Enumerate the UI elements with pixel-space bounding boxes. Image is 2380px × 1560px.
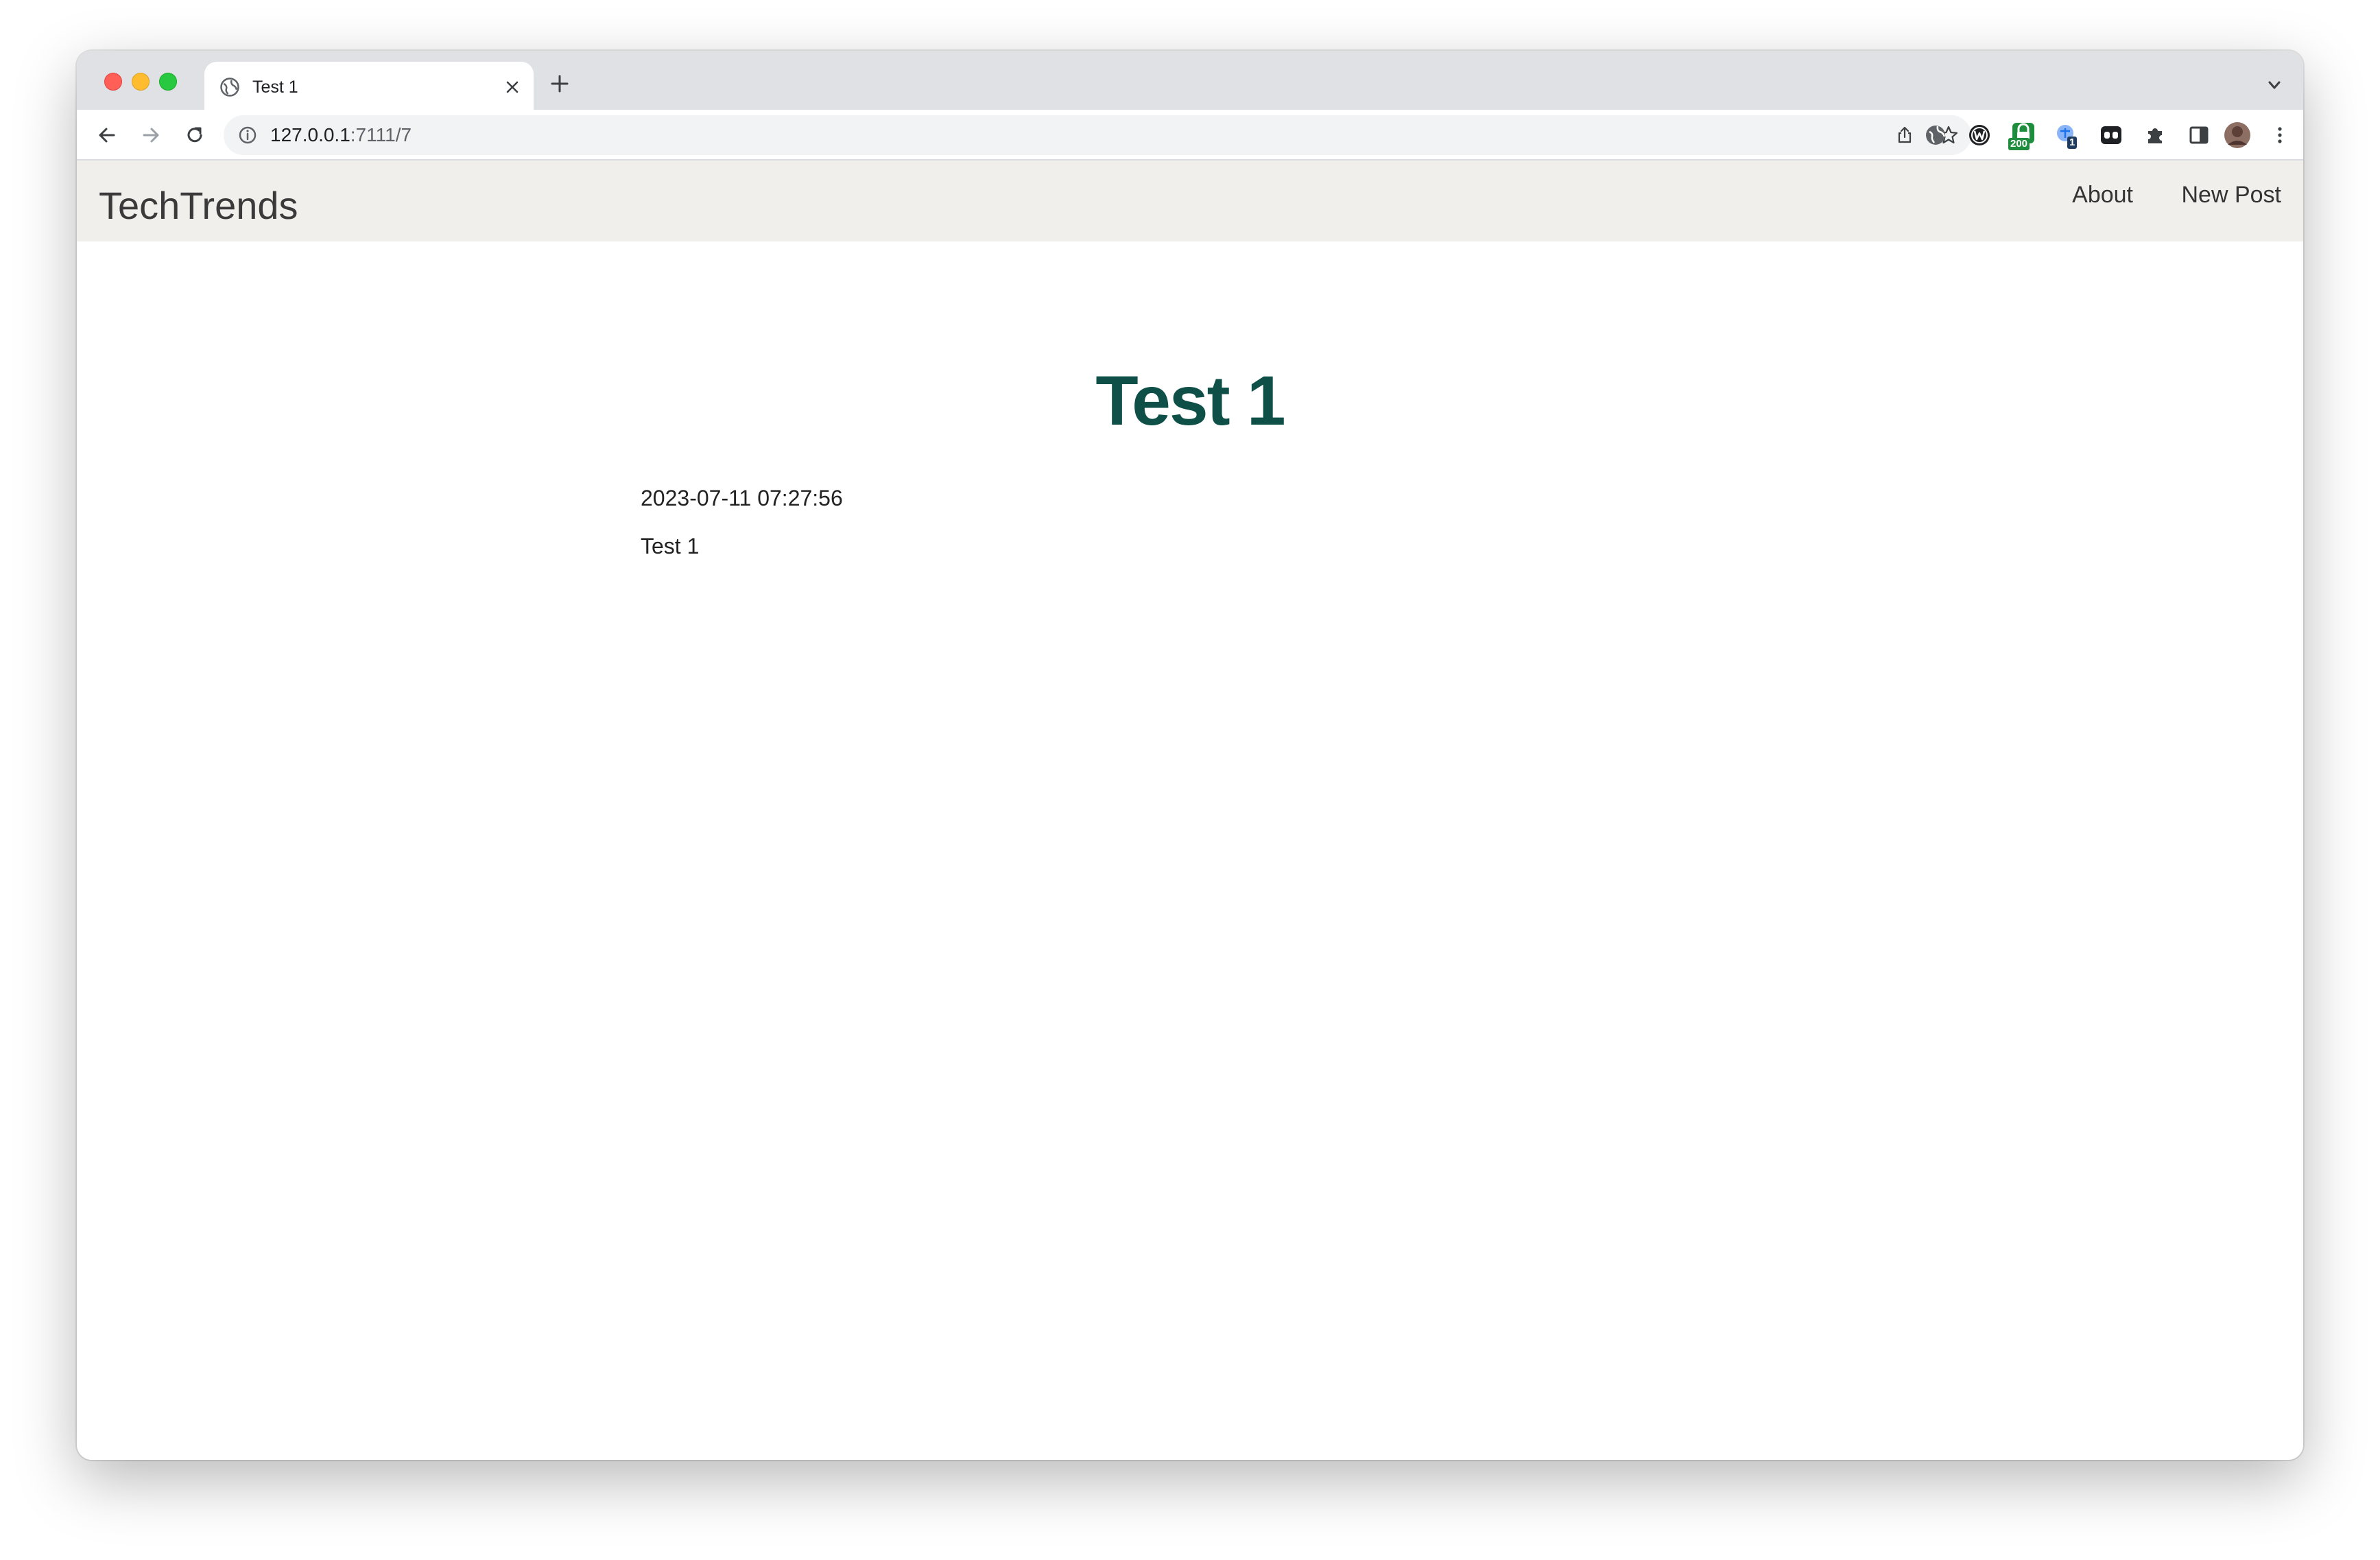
- url-path: :7111/7: [350, 124, 412, 145]
- globe-extension-icon: [1926, 126, 1946, 145]
- close-icon: [506, 81, 519, 93]
- site-navbar: TechTrends About New Post: [77, 161, 2303, 241]
- reload-icon: [187, 127, 202, 143]
- extension-button[interactable]: [2097, 121, 2125, 149]
- reload-button[interactable]: [180, 120, 210, 150]
- extensions-menu-button[interactable]: [2141, 121, 2169, 149]
- arrow-left-icon: [99, 128, 115, 143]
- back-button[interactable]: [92, 120, 122, 150]
- url-host: 127.0.0.1: [270, 124, 350, 145]
- address-bar[interactable]: 127.0.0.1:7111/7: [224, 115, 1971, 155]
- tab-title: Test 1: [252, 78, 298, 97]
- tab-search-button[interactable]: [2261, 71, 2288, 99]
- globe-icon: [220, 78, 239, 97]
- forward-button[interactable]: [136, 120, 166, 150]
- share-icon: [1898, 126, 1912, 143]
- minimize-window-button[interactable]: [132, 73, 150, 91]
- tab-strip: Test 1: [77, 51, 2303, 110]
- puzzle-icon: [2148, 128, 2162, 143]
- nav-link-about[interactable]: About: [2072, 181, 2133, 209]
- new-tab-button[interactable]: [546, 70, 573, 97]
- info-icon[interactable]: [237, 125, 258, 145]
- extension-button[interactable]: 1: [2054, 121, 2081, 149]
- browser-tab[interactable]: Test 1: [204, 62, 534, 110]
- plus-icon: [551, 75, 569, 93]
- profile-avatar: [2224, 122, 2250, 148]
- side-panel-icon: [2189, 126, 2209, 144]
- post-created-date: 2023-07-11 07:27:56: [641, 486, 843, 510]
- nav-link-new-post[interactable]: New Post: [2182, 181, 2282, 209]
- post-title: Test 1: [1095, 362, 1285, 440]
- extension-button[interactable]: [1966, 121, 1993, 149]
- url-text[interactable]: 127.0.0.1:7111/7: [270, 125, 412, 145]
- extension-button[interactable]: 200: [2008, 121, 2037, 150]
- maximize-window-button[interactable]: [159, 73, 177, 91]
- close-tab-button[interactable]: [501, 75, 524, 99]
- more-vertical-icon: [2278, 127, 2282, 143]
- web-page: TechTrends About New Post Test 1 2023-07…: [77, 161, 2303, 1460]
- browser-toolbar: 127.0.0.1:7111/7 200 1: [77, 110, 2303, 161]
- extension-button[interactable]: [1922, 121, 1949, 149]
- extension-badge: 200: [2008, 138, 2030, 150]
- brand-link[interactable]: TechTrends: [99, 184, 298, 228]
- profile-button[interactable]: [2224, 121, 2251, 149]
- browser-menu-button[interactable]: [2266, 121, 2294, 149]
- post-content: Test 1: [641, 534, 700, 558]
- eyes-extension-icon: [2101, 126, 2121, 144]
- side-panel-button[interactable]: [2185, 121, 2213, 149]
- extension-badge: 1: [2067, 137, 2078, 149]
- circle-w-extension-icon: [1969, 125, 1990, 145]
- chevron-down-icon: [2268, 81, 2281, 89]
- arrow-right-icon: [143, 128, 159, 143]
- close-window-button[interactable]: [104, 73, 122, 91]
- share-button[interactable]: [1893, 123, 1916, 147]
- browser-window: Test 1 127.0.0.1:7111/7 200 1 TechTrends…: [77, 51, 2303, 1460]
